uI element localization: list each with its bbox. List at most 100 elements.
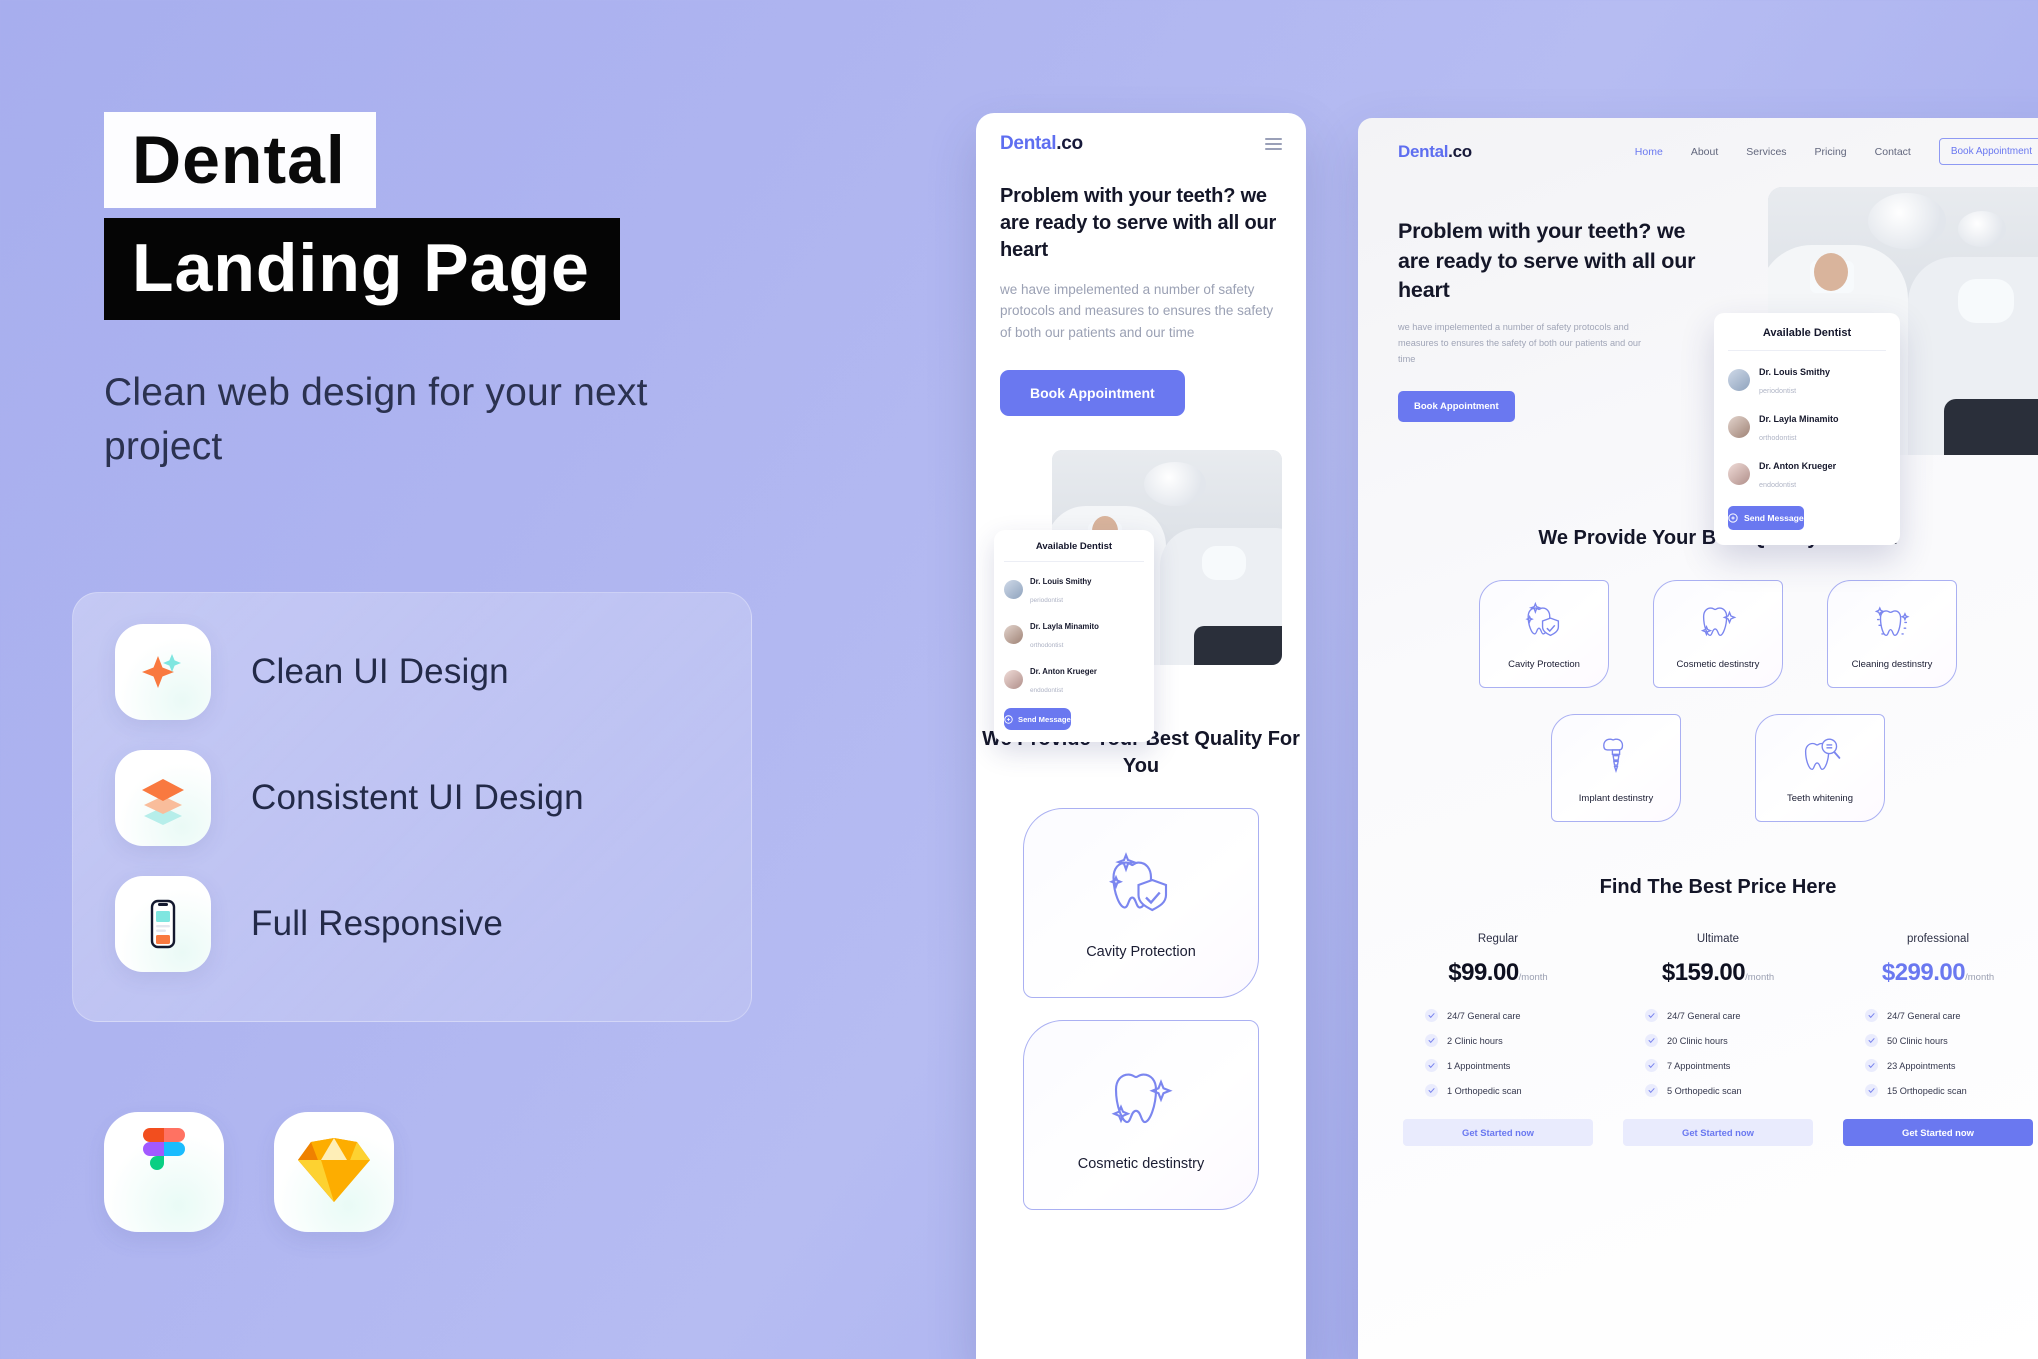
desktop-navbar: Dental.co Home About Services Pricing Co… xyxy=(1358,118,2038,165)
check-icon xyxy=(1645,1009,1658,1022)
feature-label: Consistent UI Design xyxy=(251,778,584,817)
feature-label: Full Responsive xyxy=(251,904,503,943)
plan-price: $159.00/month xyxy=(1661,959,1775,986)
mobile-service-card[interactable]: Cavity Protection xyxy=(1023,807,1259,998)
dentist-name: Dr. Anton Krueger xyxy=(1030,667,1097,677)
check-icon xyxy=(1645,1034,1658,1047)
tooth-shield-icon xyxy=(1101,845,1181,930)
desktop-hero: Problem with your teeth? we are ready to… xyxy=(1358,165,2038,545)
check-icon xyxy=(1645,1059,1658,1072)
tooth-shield-icon xyxy=(1521,598,1567,649)
nav-item-pricing[interactable]: Pricing xyxy=(1815,146,1847,158)
mobile-dentist-card-title: Available Dentist xyxy=(1004,541,1144,563)
desktop-book-appointment-button[interactable]: Book Appointment xyxy=(1398,391,1515,423)
list-item[interactable]: Dr. Louis Smithy periodontist xyxy=(1728,362,1886,398)
dentist-role: periodontist xyxy=(1759,386,1797,395)
pricing-plans: Regular $99.00/month 24/7 General care 2… xyxy=(1358,933,2038,1146)
service-card-teeth-whitening[interactable]: Teeth whitening xyxy=(1755,714,1885,822)
list-item: Consistent UI Design xyxy=(73,735,751,861)
mobile-topbar: Dental.co xyxy=(1000,133,1282,155)
check-icon xyxy=(1865,1034,1878,1047)
list-item[interactable]: Dr. Anton Krueger endodontist xyxy=(1728,456,1886,492)
list-item[interactable]: Dr. Layla Minamito orthodontist xyxy=(1728,409,1886,445)
desktop-send-message-button[interactable]: Send Message xyxy=(1728,506,1804,530)
hamburger-icon[interactable] xyxy=(1265,138,1282,150)
service-label: Implant destinstry xyxy=(1578,793,1654,804)
nav-item-home[interactable]: Home xyxy=(1635,146,1663,158)
sketch-logo-tile xyxy=(274,1112,394,1232)
desktop-available-dentist-card: Available Dentist Dr. Louis Smithy period… xyxy=(1714,313,1900,545)
list-item: Clean UI Design xyxy=(73,609,751,735)
mobile-service-label: Cavity Protection xyxy=(1086,944,1196,961)
service-label: Cavity Protection xyxy=(1508,659,1580,670)
feature-list-card: Clean UI Design Consistent UI Design Ful… xyxy=(72,592,752,1022)
service-label: Cosmetic destinstry xyxy=(1676,659,1760,670)
page-subtitle: Clean web design for your next project xyxy=(104,371,648,468)
service-label: Cleaning destinstry xyxy=(1851,659,1933,670)
mobile-mockup: Dental.co Problem with your teeth? we ar… xyxy=(976,113,1306,1359)
dentist-role: orthodontist xyxy=(1759,433,1797,442)
plan-cta-button[interactable]: Get Started now xyxy=(1623,1119,1813,1146)
tooth-magnifier-icon xyxy=(1797,732,1843,783)
pricing-plan-ultimate: Ultimate $159.00/month 24/7 General care… xyxy=(1623,933,1813,1146)
desktop-hero-paragraph: we have impelemented a number of safety … xyxy=(1398,321,1642,364)
plan-name: Regular xyxy=(1477,933,1519,945)
message-icon xyxy=(1728,513,1738,523)
desktop-dentist-card-title: Available Dentist xyxy=(1728,327,1886,351)
check-icon xyxy=(1425,1084,1438,1097)
service-label: Teeth whitening xyxy=(1786,793,1854,804)
nav-item-services[interactable]: Services xyxy=(1746,146,1786,158)
dentist-role: orthodontist xyxy=(1030,642,1064,650)
sparkle-icon xyxy=(115,624,211,720)
plan-name: professional xyxy=(1906,933,1969,945)
list-item[interactable]: Dr. Louis Smithy periodontist xyxy=(1004,571,1144,607)
avatar xyxy=(1728,463,1750,485)
plan-feature: 15 Orthopedic scan xyxy=(1865,1084,2033,1097)
list-item[interactable]: Dr. Layla Minamito orthodontist xyxy=(1004,616,1144,652)
plan-feature: 5 Orthopedic scan xyxy=(1645,1084,1813,1097)
tooth-clean-icon xyxy=(1869,598,1915,649)
phone-icon xyxy=(115,876,211,972)
plan-feature: 24/7 General care xyxy=(1425,1009,1593,1022)
avatar xyxy=(1004,579,1023,599)
service-card-cosmetic-dentistry[interactable]: Cosmetic destinstry xyxy=(1653,580,1783,688)
dentist-name: Dr. Anton Krueger xyxy=(1759,461,1837,471)
dentist-role: endodontist xyxy=(1030,687,1064,695)
check-icon xyxy=(1425,1009,1438,1022)
nav-item-about[interactable]: About xyxy=(1691,146,1718,158)
mobile-logo[interactable]: Dental.co xyxy=(1000,133,1083,155)
mobile-book-appointment-button[interactable]: Book Appointment xyxy=(1000,370,1185,417)
message-icon xyxy=(1004,714,1013,724)
dentist-role: periodontist xyxy=(1030,597,1064,605)
layers-icon xyxy=(115,750,211,846)
tool-logos xyxy=(104,1112,394,1232)
desktop-services-row-1: Cavity Protection Cosmetic destinstry Cl… xyxy=(1358,580,2038,688)
nav-book-appointment-button[interactable]: Book Appointment xyxy=(1938,138,2038,165)
service-card-implant-dentistry[interactable]: Implant destinstry xyxy=(1551,714,1681,822)
check-icon xyxy=(1425,1034,1438,1047)
mobile-hero-paragraph: we have impelemented a number of safety … xyxy=(1000,281,1274,341)
list-item[interactable]: Dr. Anton Krueger endodontist xyxy=(1004,661,1144,697)
plan-feature: 50 Clinic hours xyxy=(1865,1034,2033,1047)
service-card-cavity-protection[interactable]: Cavity Protection xyxy=(1479,580,1609,688)
mobile-service-card[interactable]: Cosmetic destinstry xyxy=(1023,1019,1259,1210)
sketch-logo xyxy=(295,1134,373,1211)
plan-cta-button[interactable]: Get Started now xyxy=(1843,1119,2033,1146)
desktop-logo[interactable]: Dental.co xyxy=(1398,142,1472,162)
avatar xyxy=(1728,416,1750,438)
promo-panel: Dental Landing Page Clean web design for… xyxy=(104,112,824,474)
service-card-cleaning-dentistry[interactable]: Cleaning destinstry xyxy=(1827,580,1957,688)
plan-feature: 24/7 General care xyxy=(1865,1009,2033,1022)
pricing-plan-regular: Regular $99.00/month 24/7 General care 2… xyxy=(1403,933,1593,1146)
plan-cta-button[interactable]: Get Started now xyxy=(1403,1119,1593,1146)
desktop-hero-heading: Problem with your teeth? we are ready to… xyxy=(1398,219,1696,303)
mobile-send-message-button[interactable]: Send Message xyxy=(1004,708,1071,731)
feature-label: Clean UI Design xyxy=(251,652,509,691)
nav-item-contact[interactable]: Contact xyxy=(1875,146,1911,158)
dentist-name: Dr. Louis Smithy xyxy=(1030,577,1092,587)
desktop-services-title: We Provide Your Best Quality For You xyxy=(1538,527,1897,549)
avatar xyxy=(1728,369,1750,391)
dentist-name: Dr. Louis Smithy xyxy=(1759,367,1831,377)
list-item: Full Responsive xyxy=(73,861,751,987)
desktop-mockup: Dental.co Home About Services Pricing Co… xyxy=(1358,118,2038,1359)
